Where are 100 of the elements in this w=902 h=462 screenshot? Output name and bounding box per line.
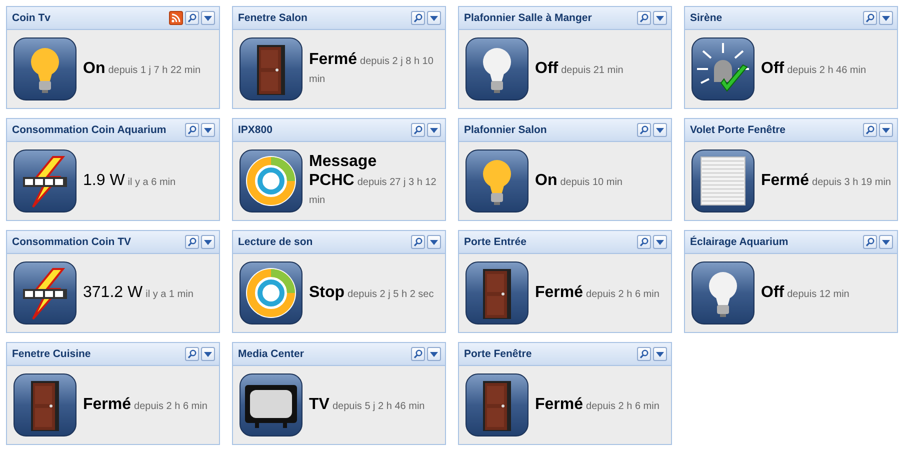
search-button[interactable] (411, 235, 425, 249)
caret-icon (882, 16, 890, 20)
widget-title: Porte Fenêtre (464, 348, 533, 360)
status-text: Fermé depuis 2 h 6 min (535, 396, 660, 414)
status-text: TV depuis 5 j 2 h 46 min (309, 396, 426, 414)
dropdown-button[interactable] (653, 123, 667, 137)
search-button[interactable] (637, 235, 651, 249)
lightbulb-icon (465, 149, 529, 213)
widget-title: Fenetre Salon (238, 12, 308, 24)
dropdown-button[interactable] (201, 235, 215, 249)
search-button[interactable] (185, 11, 199, 25)
widget-title: Fenetre Cuisine (12, 348, 92, 360)
widget-title: Sirène (690, 12, 724, 24)
dropdown-button[interactable] (201, 347, 215, 361)
search-icon (187, 125, 197, 135)
widget-title: Coin Tv (12, 12, 52, 24)
status-text: Fermé depuis 2 h 6 min (535, 284, 660, 302)
dropdown-button[interactable] (201, 123, 215, 137)
widget-title: Lecture de son (238, 236, 314, 248)
widget-title: Éclairage Aquarium (690, 236, 790, 248)
rss-button[interactable] (169, 11, 183, 25)
caret-icon (430, 128, 438, 132)
search-button[interactable] (863, 235, 877, 249)
caret-icon (656, 240, 664, 244)
search-button[interactable] (185, 123, 199, 137)
meter-icon (13, 261, 77, 325)
search-icon (413, 237, 423, 247)
siren-icon (691, 37, 755, 101)
dropdown-button[interactable] (201, 11, 215, 25)
dropdown-button[interactable] (427, 235, 441, 249)
door-icon (465, 373, 529, 437)
caret-icon (882, 128, 890, 132)
status-text: Off depuis 2 h 46 min (761, 60, 868, 78)
status-text: Message PCHC depuis 27 j 3 h 12 min (309, 153, 438, 208)
door-icon (13, 373, 77, 437)
door-icon (465, 261, 529, 325)
caret-icon (430, 16, 438, 20)
ring-icon (239, 261, 303, 325)
window-shutter-icon (691, 149, 755, 213)
caret-icon (204, 16, 212, 20)
status-text: Off depuis 12 min (761, 284, 850, 302)
widget-title: IPX800 (238, 124, 274, 136)
dropdown-button[interactable] (879, 123, 893, 137)
search-button[interactable] (637, 123, 651, 137)
widget-title: Consommation Coin Aquarium (12, 124, 168, 136)
widget-title: Plafonnier Salle à Manger (464, 12, 593, 24)
search-icon (187, 237, 197, 247)
meter-icon (13, 149, 77, 213)
dropdown-button[interactable] (427, 123, 441, 137)
dropdown-button[interactable] (427, 11, 441, 25)
status-text: Fermé depuis 2 h 6 min (83, 396, 208, 414)
search-button[interactable] (185, 235, 199, 249)
dropdown-button[interactable] (653, 235, 667, 249)
caret-icon (204, 240, 212, 244)
status-text: Stop depuis 2 j 5 h 2 sec (309, 284, 435, 302)
status-text: 371.2 W il y a 1 min (83, 284, 194, 302)
lightbulb-icon (465, 37, 529, 101)
lightbulb-icon (13, 37, 77, 101)
search-button[interactable] (411, 11, 425, 25)
widget-title: Porte Entrée (464, 236, 528, 248)
search-button[interactable] (637, 347, 651, 361)
search-icon (865, 125, 875, 135)
widget-title: Volet Porte Fenêtre (690, 124, 786, 136)
search-button[interactable] (863, 11, 877, 25)
dropdown-button[interactable] (653, 11, 667, 25)
dropdown-button[interactable] (879, 11, 893, 25)
widget-title: Media Center (238, 348, 305, 360)
search-icon (413, 349, 423, 359)
search-button[interactable] (411, 123, 425, 137)
search-icon (865, 13, 875, 23)
caret-icon (430, 240, 438, 244)
caret-icon (656, 352, 664, 356)
status-text: Off depuis 21 min (535, 60, 624, 78)
search-icon (639, 125, 649, 135)
dropdown-button[interactable] (653, 347, 667, 361)
search-button[interactable] (185, 347, 199, 361)
rss-icon (171, 13, 181, 23)
caret-icon (656, 16, 664, 20)
widget-title: Consommation Coin TV (12, 236, 132, 248)
search-icon (187, 13, 197, 23)
search-icon (413, 125, 423, 135)
search-icon (187, 349, 197, 359)
dropdown-button[interactable] (427, 347, 441, 361)
search-icon (413, 13, 423, 23)
search-button[interactable] (863, 123, 877, 137)
search-icon (639, 349, 649, 359)
dropdown-button[interactable] (879, 235, 893, 249)
search-icon (865, 237, 875, 247)
door-icon (239, 37, 303, 101)
caret-icon (882, 240, 890, 244)
caret-icon (204, 128, 212, 132)
search-button[interactable] (637, 11, 651, 25)
widget-title: Plafonnier Salon (464, 124, 548, 136)
caret-icon (204, 352, 212, 356)
television-icon (239, 373, 303, 437)
search-button[interactable] (411, 347, 425, 361)
status-text: On depuis 1 j 7 h 22 min (83, 60, 202, 78)
caret-icon (430, 352, 438, 356)
lightbulb-icon (691, 261, 755, 325)
status-text: On depuis 10 min (535, 172, 624, 190)
